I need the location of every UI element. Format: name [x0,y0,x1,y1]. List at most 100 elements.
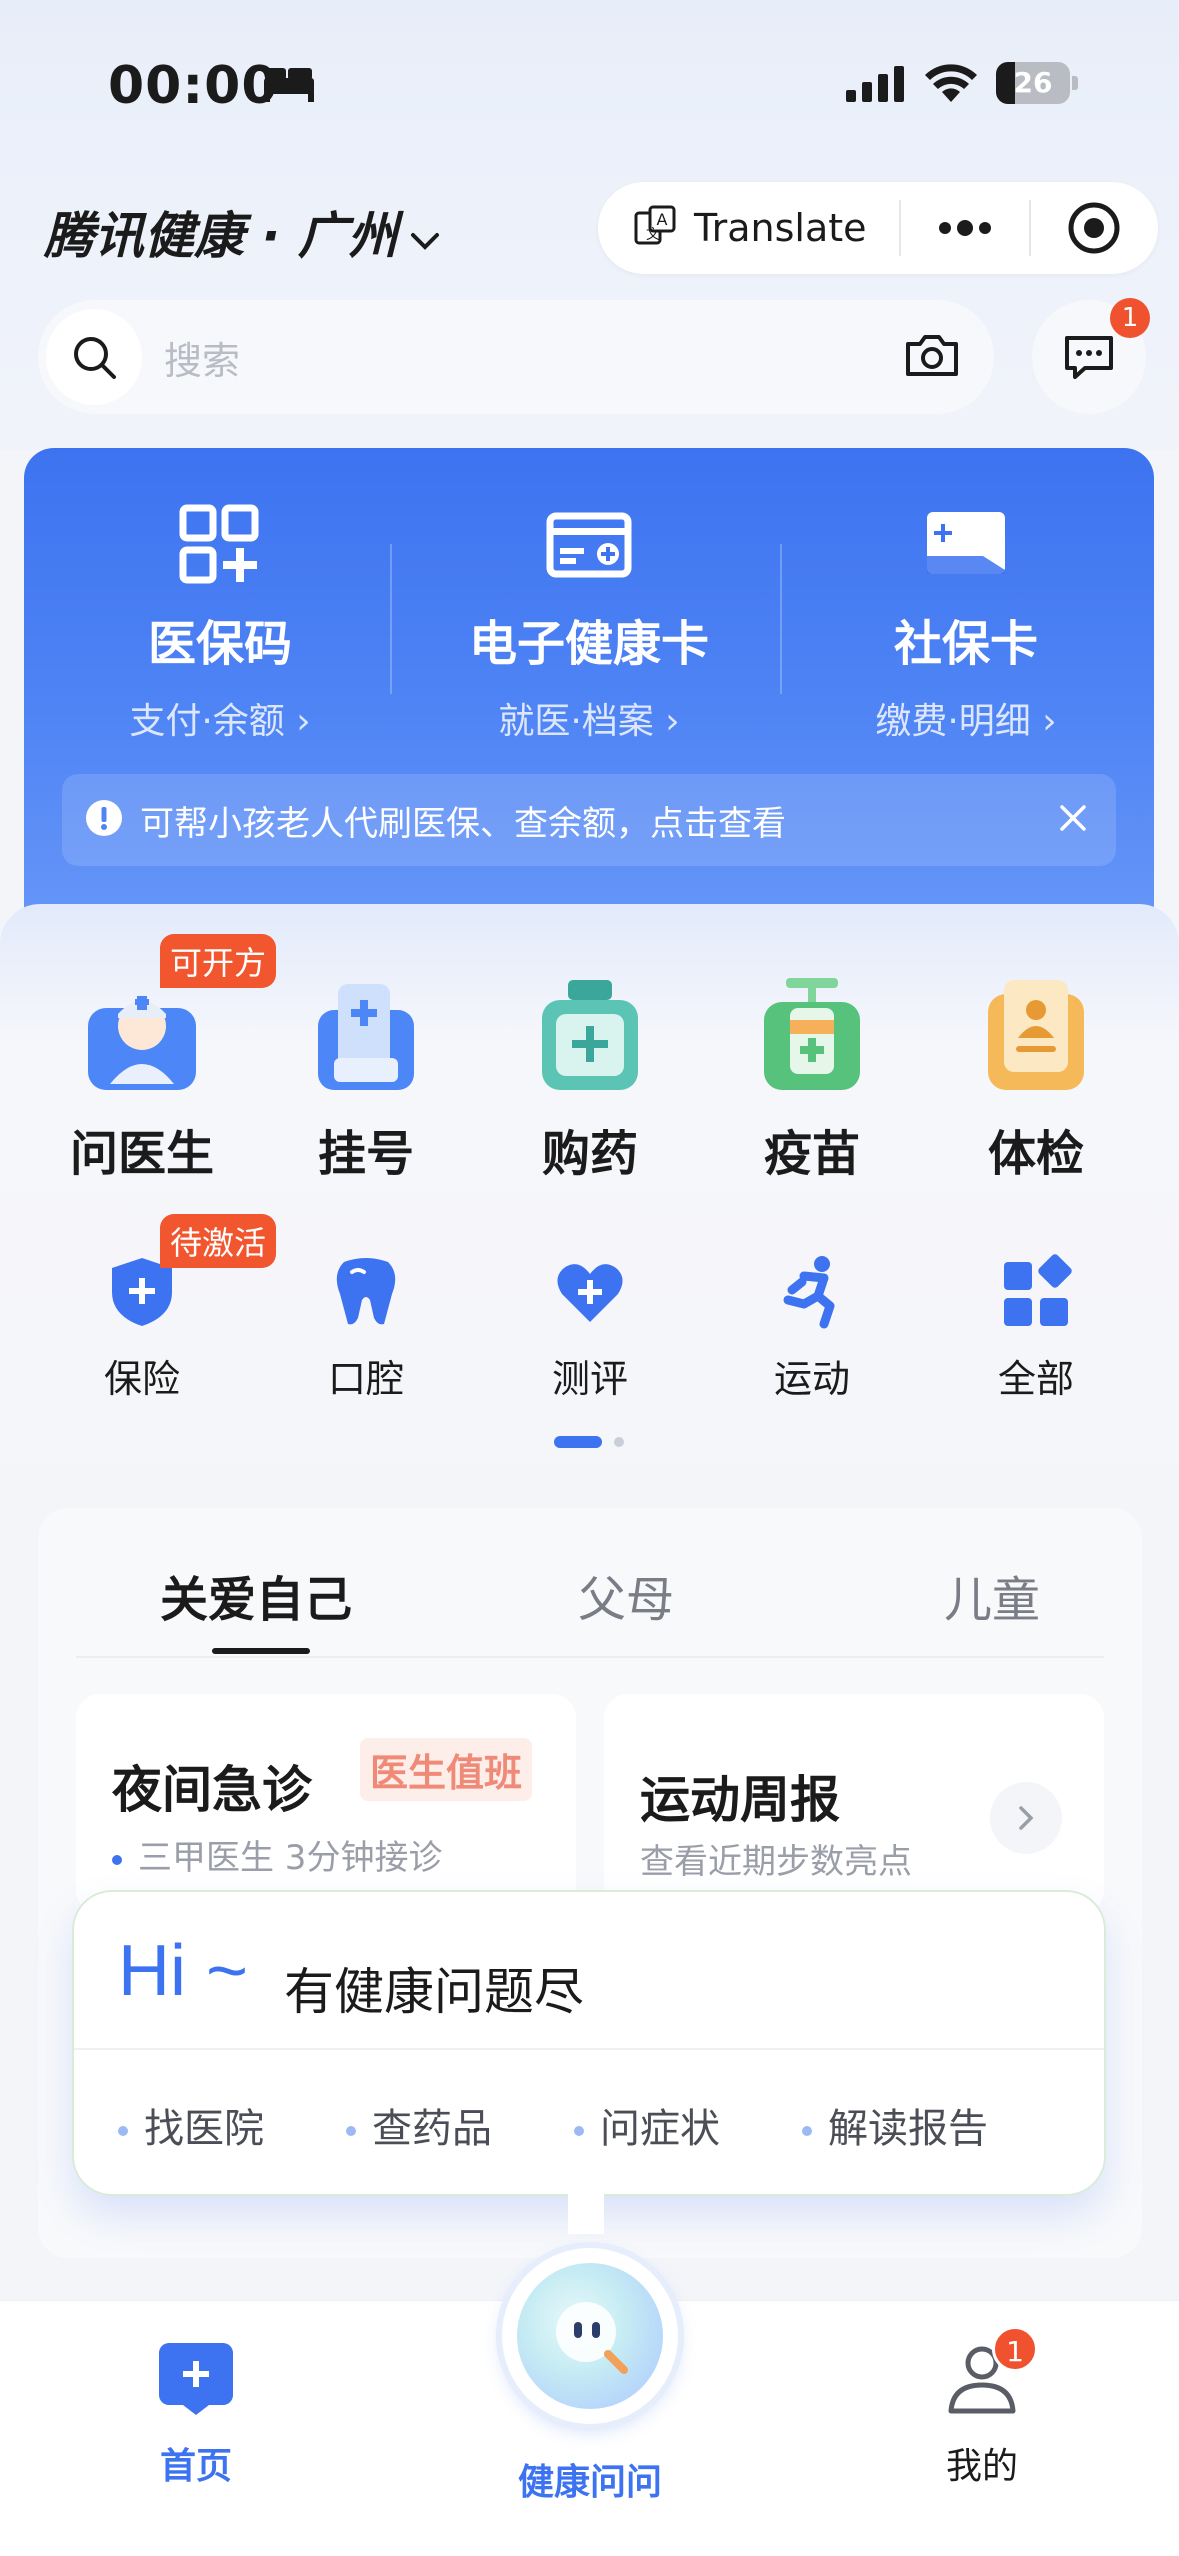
service-label: 疫苗 [763,1126,860,1182]
location-selector[interactable]: 腾讯健康 · 广州 [44,196,440,268]
tab-label: 首页 [159,2446,232,2487]
service-insurance[interactable]: 保险 [30,1254,254,1403]
target-icon [1068,202,1120,254]
services-panel: 问医生 可开方 挂号 购药 疫苗 体检 保险 待激活 口腔 测评 运动 全部 [0,904,1179,1464]
chevron-right-icon[interactable] [990,1782,1062,1854]
card-title: 医保码 [147,616,292,672]
service-label: 测评 [551,1357,628,1401]
notice-banner[interactable]: 可帮小孩老人代刷医保、查余额，点击查看 [62,774,1116,866]
running-icon [783,1256,835,1329]
close-icon[interactable] [1058,803,1088,837]
medical-insurance-code[interactable]: 医保码 支付·余额 › [32,504,408,744]
ai-mascot-icon [517,2263,663,2409]
home-icon [159,2343,233,2415]
wifi-icon [924,62,978,108]
more-button[interactable] [901,182,1029,274]
ai-assistant-popup[interactable]: Hi ~ 有健康问题尽 找医院 查药品 问症状 解读报告 [72,1890,1106,2196]
cell-signal-icon [846,64,906,108]
translate-icon: A文 [632,203,678,253]
service-registration[interactable]: 挂号 [254,974,478,1184]
service-assessment[interactable]: 测评 [478,1254,702,1403]
chevron-down-icon [410,205,440,263]
card-title: 社保卡 [893,616,1038,672]
tab-me[interactable]: 我的 [862,2341,1102,2489]
service-label: 购药 [541,1126,638,1182]
me-badge: 1 [992,2326,1038,2372]
night-emergency-card[interactable]: 夜间急诊 医生值班 三甲医生 3分钟接诊 [76,1694,576,1914]
service-label: 运动 [773,1357,850,1401]
chip-find-hospital[interactable]: 找医院 [118,2096,264,2154]
service-dental[interactable]: 口腔 [254,1254,478,1403]
more-dots-icon [938,220,991,236]
doctor-icon [88,996,196,1090]
service-all[interactable]: 全部 [924,1254,1148,1403]
status-time: 00:00 [108,56,279,116]
card-subtitle: 缴费·明细 › [875,701,1057,742]
chip-check-medicine[interactable]: 查药品 [346,2096,492,2154]
vaccine-icon [764,978,860,1090]
service-label: 口腔 [327,1357,404,1401]
tab-label: 健康问问 [517,2462,662,2503]
grid-apps-icon [1004,1254,1072,1326]
chip-ask-symptoms[interactable]: 问症状 [574,2096,720,2154]
card-title: 夜间急诊 [112,1761,312,1819]
info-icon [84,798,124,842]
social-card-icon [923,512,1009,590]
service-label: 体检 [987,1126,1084,1182]
active-tab-indicator [212,1648,310,1654]
app-title: 腾讯健康 · 广州 [44,207,398,265]
card-subtitle: 支付·余额 › [129,701,311,742]
card-subtitle: 查看近期步数亮点 [640,1842,912,1882]
notice-text: 可帮小孩老人代刷医保、查余额，点击查看 [140,803,786,844]
tab-children[interactable]: 儿童 [944,1560,1040,1630]
card-title: 运动周报 [640,1771,840,1829]
heart-icon [557,1264,623,1322]
hospital-icon [318,984,414,1090]
service-label: 保险 [103,1357,180,1401]
camera-icon[interactable] [904,332,960,382]
service-label: 问医生 [69,1126,214,1182]
tab-home[interactable]: 首页 [76,2341,316,2489]
service-sports[interactable]: 运动 [700,1254,924,1403]
care-tabs: 关爱自己 父母 儿童 [76,1508,1104,1658]
translate-button[interactable]: A文 Translate [598,182,899,274]
service-buy-medicine[interactable]: 购药 [478,974,702,1184]
qr-grid-icon [179,504,261,590]
doctor-on-duty-tag: 医生值班 [360,1738,533,1801]
popup-pointer [568,2194,604,2234]
sports-weekly-card[interactable]: 运动周报 查看近期步数亮点 [604,1694,1104,1914]
translate-label: Translate [694,206,867,250]
medicine-bottle-icon [542,980,638,1090]
card-subtitle: 就医·档案 › [498,701,680,742]
page-indicator [554,1436,624,1448]
service-label: 全部 [997,1357,1074,1401]
chip-interpret-report[interactable]: 解读报告 [802,2096,988,2154]
tab-self-care[interactable]: 关爱自己 [160,1560,352,1630]
message-badge: 1 [1110,298,1150,338]
close-miniprogram-button[interactable] [1031,182,1159,274]
tab-health-ask[interactable]: 健康问问 [470,2453,710,2505]
social-security-card[interactable]: 社保卡 缴费·明细 › [778,504,1154,744]
e-health-card[interactable]: 电子健康卡 就医·档案 › [401,504,777,744]
ai-assistant-button[interactable] [502,2248,678,2424]
mini-program-capsule: A文 Translate [598,182,1158,274]
chat-icon [1065,336,1113,379]
assistant-prompt: 有健康问题尽 [284,1963,584,2021]
greeting: Hi ~ [118,1931,249,2011]
checkup-report-icon [988,980,1084,1090]
battery-indicator: 26 [996,62,1078,104]
tab-parents[interactable]: 父母 [578,1560,674,1630]
svg-text:文: 文 [646,227,660,243]
service-vaccine[interactable]: 疫苗 [700,974,924,1184]
tab-label: 我的 [945,2446,1018,2487]
health-card-icon [546,512,632,590]
card-subtitle: 三甲医生 3分钟接诊 [112,1830,442,1879]
tooth-icon [336,1258,396,1325]
card-title: 电子健康卡 [468,616,709,672]
sleep-mode-icon [262,64,316,108]
search-placeholder: 搜索 [164,338,241,383]
search-icon [46,309,142,405]
service-checkup[interactable]: 体检 [924,974,1148,1184]
search-input[interactable]: 搜索 [38,300,994,414]
service-ask-doctor[interactable]: 问医生 [30,974,254,1184]
